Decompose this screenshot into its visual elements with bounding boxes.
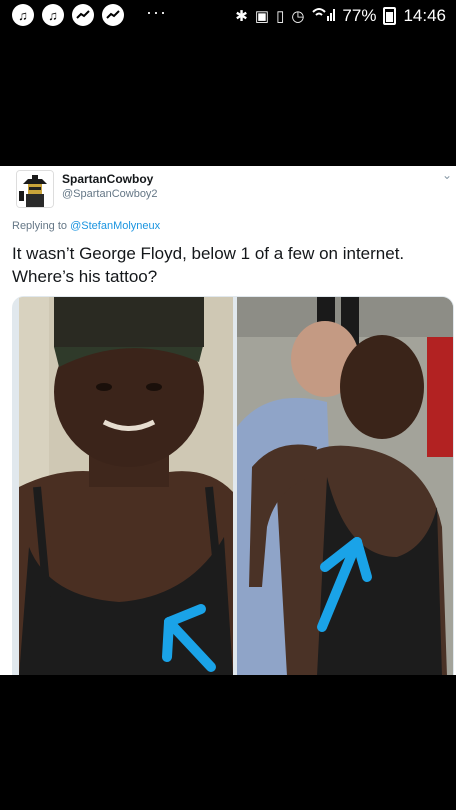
photo-right[interactable] xyxy=(237,297,453,675)
alarm-icon: ◷ xyxy=(291,8,305,25)
music-app-icon: ♫ xyxy=(12,4,34,26)
messenger-icon xyxy=(72,4,94,26)
more-notifications-indicator: ··· xyxy=(146,2,167,22)
replying-to-line: Replying to @StefanMolyneux xyxy=(12,220,160,232)
tweet-text-line-2: Where’s his tattoo? xyxy=(12,267,158,286)
avatar[interactable] xyxy=(16,170,54,208)
user-handle[interactable]: @SpartanCowboy2 xyxy=(62,188,158,200)
clock: 14:46 xyxy=(403,6,446,25)
notification-icons: ♫ ♫ xyxy=(12,4,124,26)
battery-icon xyxy=(383,7,397,25)
tweet-text-line-1: It wasn’t George Floyd, below 1 of a few… xyxy=(12,244,405,263)
tweet-card: SpartanCowboy @SpartanCowboy2 ⌄ Replying… xyxy=(0,166,456,675)
replying-to-label: Replying to xyxy=(12,220,71,232)
bluetooth-icon: ✱ xyxy=(235,8,248,25)
status-bar: ♫ ♫ ··· ✱ ▣ ▯ ◷ 77% 14:46 xyxy=(0,0,456,34)
photo-left[interactable] xyxy=(19,297,233,675)
battery-percent: 77% xyxy=(342,6,377,25)
music-app-icon-2: ♫ xyxy=(42,4,64,26)
vibrate-icon: ▯ xyxy=(276,8,285,25)
nfc-icon: ▣ xyxy=(254,8,270,25)
mention-link[interactable]: @StefanMolyneux xyxy=(70,220,160,232)
wifi-signal-icon xyxy=(311,6,336,26)
system-icons: ✱ ▣ ▯ ◷ 77% 14:46 xyxy=(235,6,446,26)
display-name[interactable]: SpartanCowboy xyxy=(62,172,153,186)
chevron-down-icon[interactable]: ⌄ xyxy=(442,168,452,182)
messenger-icon-2 xyxy=(102,4,124,26)
tweet-media[interactable] xyxy=(12,296,454,675)
tweet-text: It wasn’t George Floyd, below 1 of a few… xyxy=(12,242,442,288)
